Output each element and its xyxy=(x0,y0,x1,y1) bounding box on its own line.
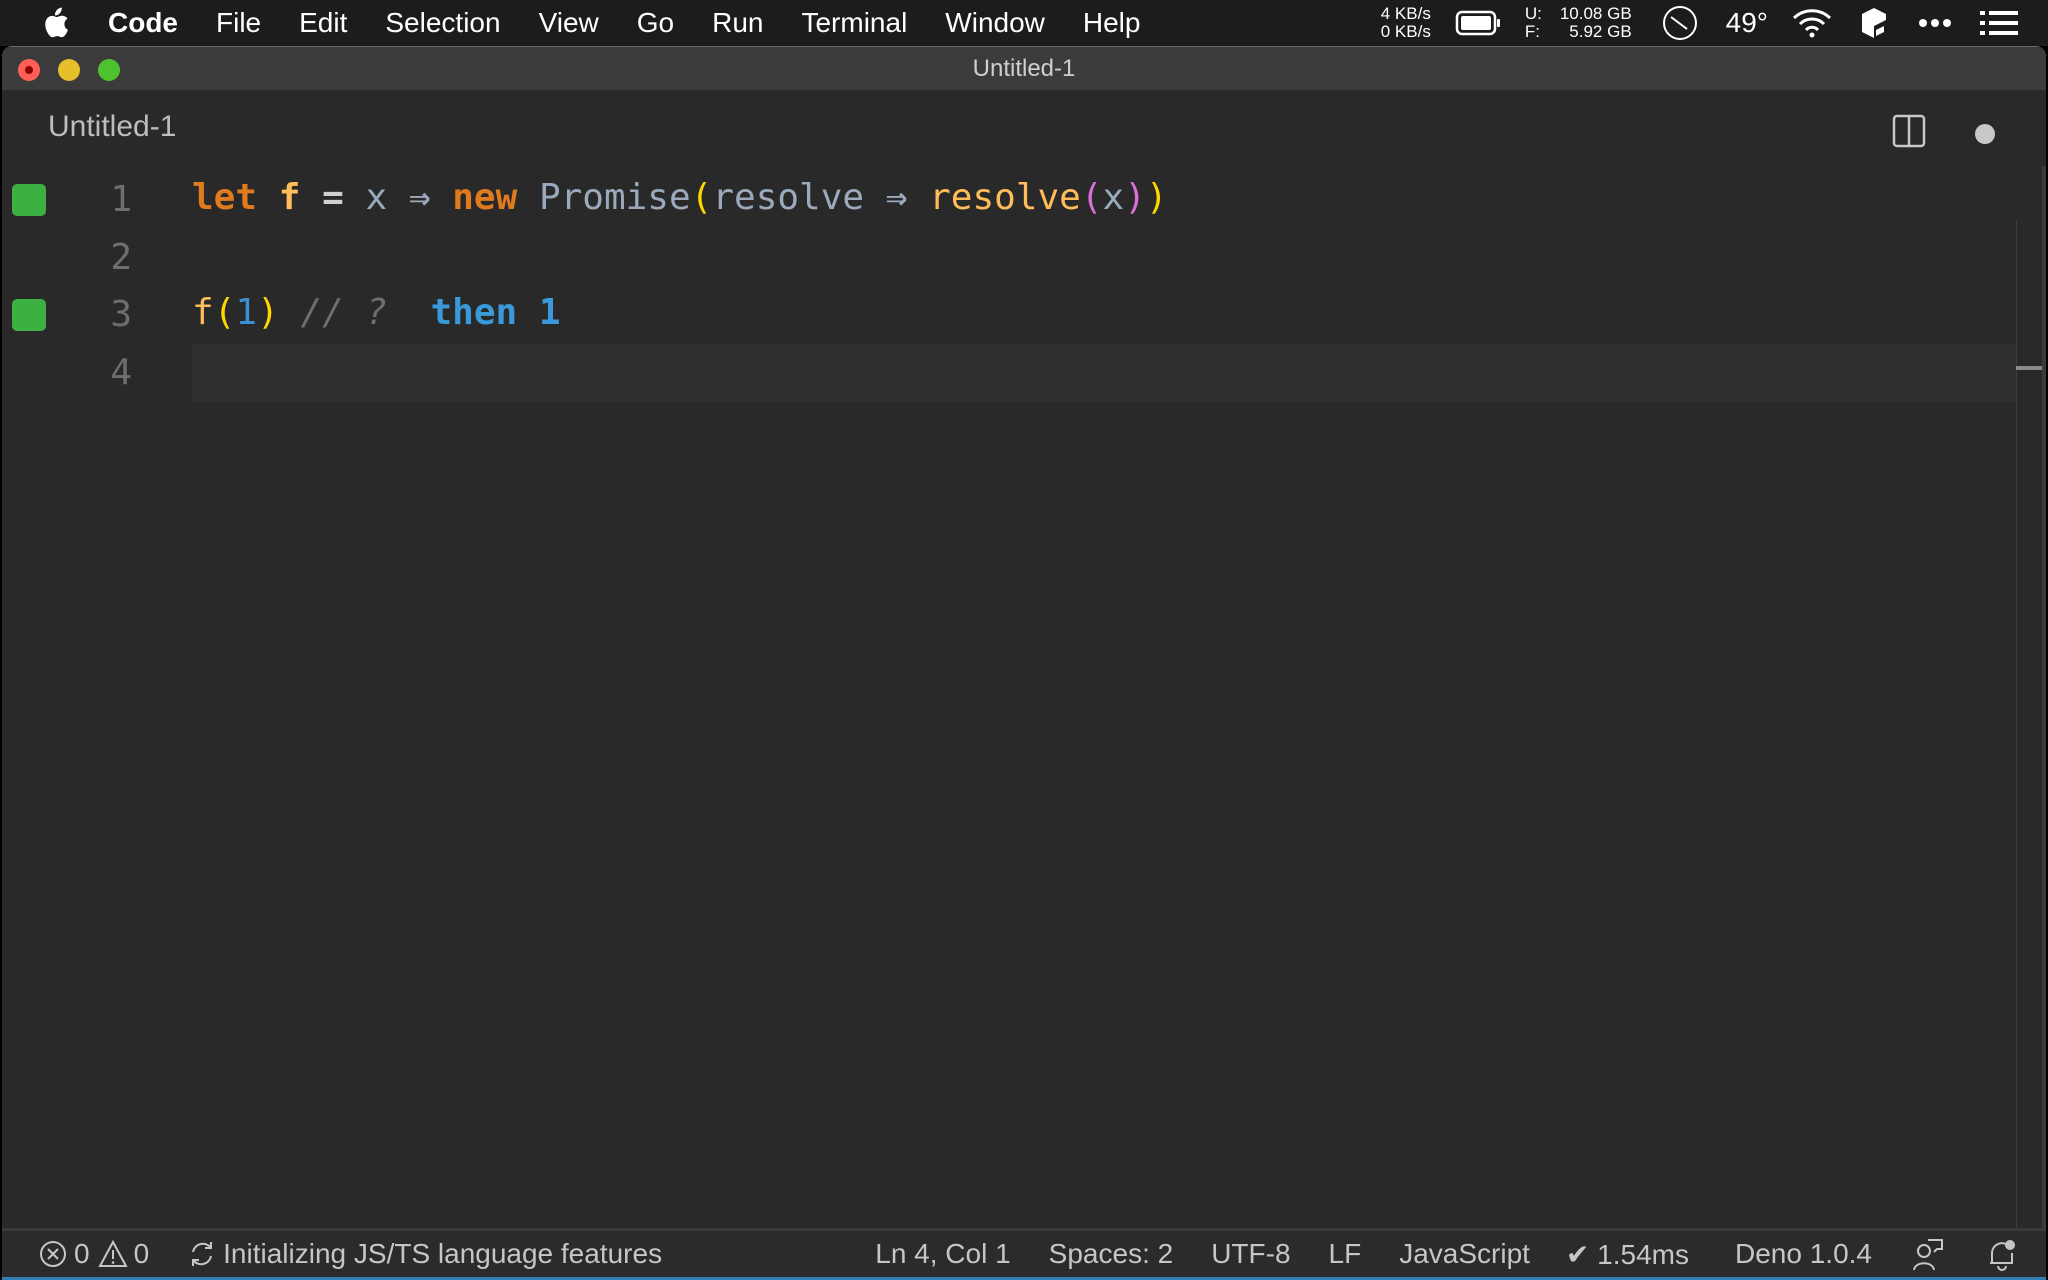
menu-window[interactable]: Window xyxy=(945,7,1045,39)
bracket-close: ) xyxy=(1145,177,1168,218)
arrow-operator: ⇒ xyxy=(885,177,908,218)
memory-stats[interactable]: U: F: 10.08 GB 5.92 GB xyxy=(1525,5,1632,41)
code-text: f(1) // ? then 1 xyxy=(192,292,561,333)
call-resolve: resolve xyxy=(929,177,1081,218)
bell-icon xyxy=(1990,1240,2015,1271)
network-up: 4 KB/s xyxy=(1380,4,1431,23)
code-line-4[interactable]: 4 xyxy=(2,344,2046,402)
comment: // ? xyxy=(300,292,388,333)
network-speed[interactable]: 4 KB/s 0 KB/s xyxy=(1381,5,1431,41)
warning-count: 0 xyxy=(133,1238,150,1269)
more-icon[interactable] xyxy=(1918,18,1952,28)
cursor-position[interactable]: Ln 4, Col 1 xyxy=(875,1238,1010,1270)
inline-result: then 1 xyxy=(430,292,561,333)
problems-indicator[interactable]: 0 0 xyxy=(38,1238,149,1270)
network-down: 0 KB/s xyxy=(1380,22,1431,41)
call-f: f xyxy=(192,292,214,333)
split-editor-button[interactable] xyxy=(1892,114,1926,148)
close-window-button[interactable] xyxy=(18,59,40,81)
feedback-icon xyxy=(1913,1239,1943,1271)
coverage-marker xyxy=(12,299,46,331)
language-mode[interactable]: JavaScript xyxy=(1399,1238,1530,1270)
param-x: x xyxy=(365,177,388,218)
code-line-3[interactable]: 3 f(1) // ? then 1 xyxy=(2,286,2046,344)
bracket-open: ( xyxy=(690,177,713,218)
battery-icon[interactable] xyxy=(1455,10,1503,36)
split-editor-icon xyxy=(1892,114,1926,148)
vertical-scrollbar[interactable] xyxy=(2042,166,2046,1228)
title-bar[interactable]: Untitled-1 xyxy=(2,46,2046,91)
progress-text: Initializing JS/TS language features xyxy=(223,1238,663,1269)
execution-timing[interactable]: ✔ 1.54ms xyxy=(1566,1238,1689,1271)
menu-file[interactable]: File xyxy=(216,7,261,39)
maximize-window-button[interactable] xyxy=(98,59,120,81)
memory-free-label: F: xyxy=(1524,22,1540,41)
bracket-open-inner: ( xyxy=(1080,177,1103,218)
language-status[interactable]: Initializing JS/TS language features xyxy=(187,1238,662,1270)
box-app-icon[interactable] xyxy=(1860,6,1888,40)
indentation[interactable]: Spaces: 2 xyxy=(1049,1238,1174,1270)
keyword-new: new xyxy=(452,177,518,218)
close-dot-icon xyxy=(25,66,33,74)
error-icon xyxy=(40,1241,66,1267)
line-number: 4 xyxy=(110,352,132,393)
warning-icon xyxy=(97,1239,128,1267)
wifi-icon[interactable] xyxy=(1792,7,1832,39)
menu-run[interactable]: Run xyxy=(712,7,763,39)
menu-edit[interactable]: Edit xyxy=(299,7,347,39)
memory-used-label: U: xyxy=(1524,4,1542,23)
code-text: let f = x ⇒ new Promise(resolve ⇒ resolv… xyxy=(192,177,1168,218)
operator-assign: = xyxy=(322,177,344,218)
apple-menu-icon[interactable] xyxy=(40,6,70,40)
code-line-2[interactable]: 2 xyxy=(2,229,2046,287)
memory-used: 10.08 GB xyxy=(1559,4,1632,23)
menu-view[interactable]: View xyxy=(539,7,599,39)
line-number: 1 xyxy=(110,179,132,220)
param-resolve: resolve xyxy=(712,177,865,218)
bracket-open: ( xyxy=(213,292,236,333)
menu-go[interactable]: Go xyxy=(637,7,674,39)
vscode-window: Untitled-1 Untitled-1 1 let f = x ⇒ new … xyxy=(2,46,2046,1280)
feedback-button[interactable] xyxy=(1912,1237,1950,1271)
notifications-button[interactable] xyxy=(1986,1237,2024,1271)
minimize-window-button[interactable] xyxy=(58,59,80,81)
end-of-line[interactable]: LF xyxy=(1329,1238,1362,1270)
menu-help[interactable]: Help xyxy=(1083,7,1141,39)
code-editor[interactable]: 1 let f = x ⇒ new Promise(resolve ⇒ reso… xyxy=(2,166,2046,1230)
menu-app-code[interactable]: Code xyxy=(108,7,178,39)
number-literal: 1 xyxy=(235,292,258,333)
editor-tab-bar: Untitled-1 xyxy=(2,90,2046,166)
arg-x: x xyxy=(1102,177,1125,218)
encoding[interactable]: UTF-8 xyxy=(1211,1238,1290,1270)
status-bar: 0 0 Initializing JS/TS language features… xyxy=(2,1228,2046,1280)
class-promise: Promise xyxy=(538,177,691,218)
memory-free: 5.92 GB xyxy=(1569,22,1632,41)
runtime-version[interactable]: Deno 1.0.4 xyxy=(1735,1238,1872,1270)
window-title: Untitled-1 xyxy=(972,55,1076,82)
bracket-close: ) xyxy=(257,292,279,333)
coverage-marker xyxy=(12,184,46,216)
sync-icon xyxy=(192,1242,213,1266)
line-number: 2 xyxy=(110,237,132,278)
error-count: 0 xyxy=(74,1238,90,1269)
arrow-operator: ⇒ xyxy=(408,177,431,218)
macos-menu-bar: Code File Edit Selection View Go Run Ter… xyxy=(0,0,2048,46)
identifier-f: f xyxy=(278,177,301,218)
line-number: 3 xyxy=(110,294,132,335)
keyword-let: let xyxy=(192,177,258,218)
menu-selection[interactable]: Selection xyxy=(385,7,500,39)
tab-untitled-1[interactable]: Untitled-1 xyxy=(48,110,176,144)
temperature[interactable]: 49° xyxy=(1726,7,1768,39)
unsaved-indicator-dot[interactable] xyxy=(1975,124,1995,144)
code-line-1[interactable]: 1 let f = x ⇒ new Promise(resolve ⇒ reso… xyxy=(2,171,2046,229)
notification-center-icon[interactable] xyxy=(1980,9,2018,37)
menu-terminal[interactable]: Terminal xyxy=(801,7,907,39)
clock-icon[interactable] xyxy=(1662,5,1698,41)
bracket-close-inner: ) xyxy=(1124,177,1146,218)
